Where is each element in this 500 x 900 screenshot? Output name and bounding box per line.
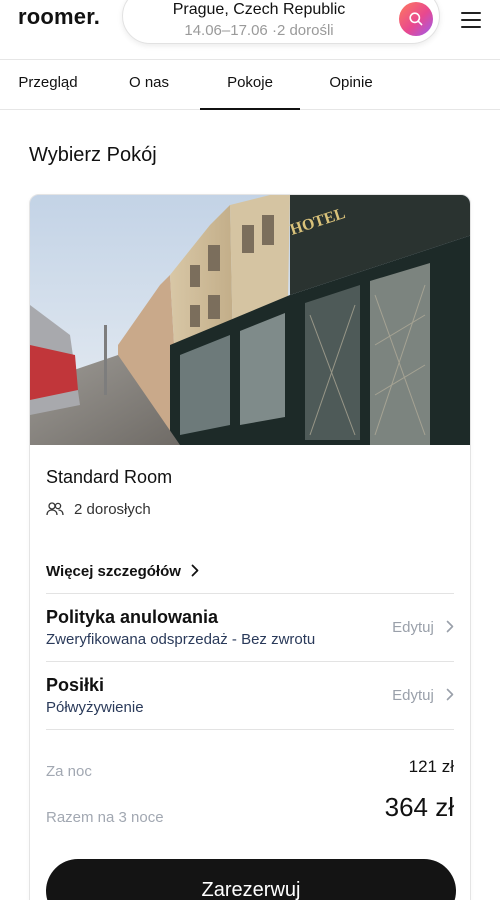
meals-title: Posiłki [46, 675, 105, 695]
hotel-facade-image: HOTEL [30, 195, 470, 445]
price-total: 364 zł [384, 792, 454, 822]
tab-reviews[interactable]: Opinie [305, 60, 397, 110]
chevron-right-icon [191, 564, 199, 577]
edit-cancellation-label: Edytuj [392, 619, 434, 636]
room-photo[interactable]: HOTEL [30, 195, 470, 445]
edit-meals-label: Edytuj [392, 687, 434, 704]
users-icon [46, 502, 64, 516]
room-guests-label: 2 dorosłych [74, 501, 151, 518]
search-summary[interactable]: Prague, Czech Republic 14.06–17.06 ·2 do… [122, 0, 440, 44]
search-icon [409, 12, 423, 26]
edit-cancellation-button[interactable]: Edytuj [392, 619, 454, 636]
price-per-night: 121 zł [408, 757, 454, 776]
price-per-night-label: Za noc [46, 763, 92, 780]
edit-meals-button[interactable]: Edytuj [392, 687, 454, 704]
tab-overview[interactable]: Przegląd [0, 60, 96, 110]
search-button[interactable] [399, 2, 433, 36]
search-dates-guests: 14.06–17.06 ·2 dorośli [184, 22, 334, 39]
top-bar: roomer. Prague, Czech Republic 14.06–17.… [0, 0, 500, 60]
room-card: HOTEL Standard Room 2 dorosłych Więcej s… [29, 194, 471, 900]
divider [46, 593, 454, 594]
section-tabs: Przegląd O nas Pokoje Opinie [0, 60, 500, 110]
tab-rooms[interactable]: Pokoje [200, 60, 300, 110]
tab-about[interactable]: O nas [108, 60, 190, 110]
price-total-label: Razem na 3 noce [46, 809, 164, 826]
cancellation-policy-title: Polityka anulowania [46, 607, 219, 627]
brand-logo[interactable]: roomer. [18, 4, 100, 30]
search-city: Prague, Czech Republic [172, 1, 346, 18]
meals-value: Półwyżywienie [46, 699, 144, 716]
book-button[interactable]: Zarezerwuj [46, 859, 456, 900]
room-name: Standard Room [46, 467, 173, 487]
hamburger-menu-icon[interactable] [461, 12, 481, 28]
more-details-label: Więcej szczegółów [46, 563, 181, 580]
divider [46, 661, 454, 662]
divider [46, 729, 454, 730]
chevron-right-icon [446, 688, 454, 701]
section-title: Wybierz Pokój [29, 144, 157, 166]
more-details-link[interactable]: Więcej szczegółów [46, 563, 199, 580]
chevron-right-icon [446, 620, 454, 633]
cancellation-policy-value: Zweryfikowana odsprzedaż - Bez zwrotu [46, 631, 316, 648]
